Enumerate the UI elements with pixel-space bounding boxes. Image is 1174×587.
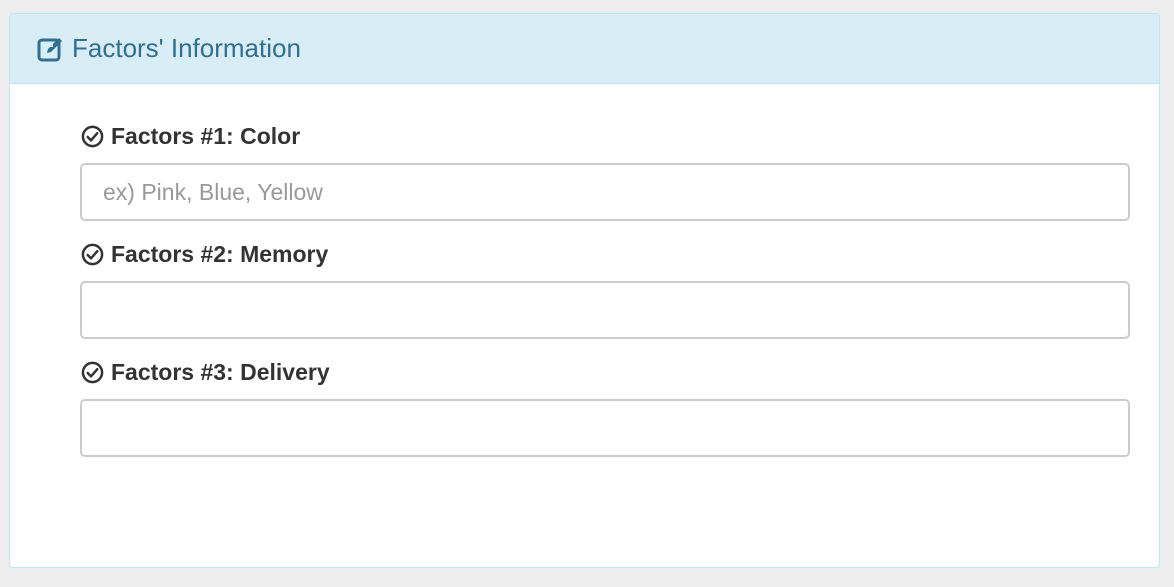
factor-label-2: Factors #2: Memory [80,239,1128,269]
panel-title: Factors' Information [72,33,301,63]
factor-group-3: Factors #3: Delivery [80,357,1130,457]
factor-label-3: Factors #3: Delivery [80,357,1128,387]
check-circle-icon [80,360,104,384]
panel-heading: Factors' Information [10,14,1159,84]
factor-group-1: Factors #1: Color [80,121,1130,221]
factor-group-2: Factors #2: Memory [80,239,1130,339]
edit-icon [36,34,66,64]
factor-label-text-1: Factors #1: Color [111,122,301,149]
factor-label-text-3: Factors #3: Delivery [111,358,330,385]
check-circle-icon [80,242,104,266]
factor-label-1: Factors #1: Color [80,121,1128,151]
factor-color-input[interactable] [80,163,1130,221]
factors-panel: Factors' Information Factors #1: Color e… [9,13,1160,568]
factor-delivery-input[interactable] [80,399,1130,457]
factor-label-text-2: Factors #2: Memory [111,240,329,267]
check-circle-icon [80,124,104,148]
factor-memory-input[interactable] [80,281,1130,339]
panel-body: Factors #1: Color Factors #2: Memory [10,84,1159,457]
